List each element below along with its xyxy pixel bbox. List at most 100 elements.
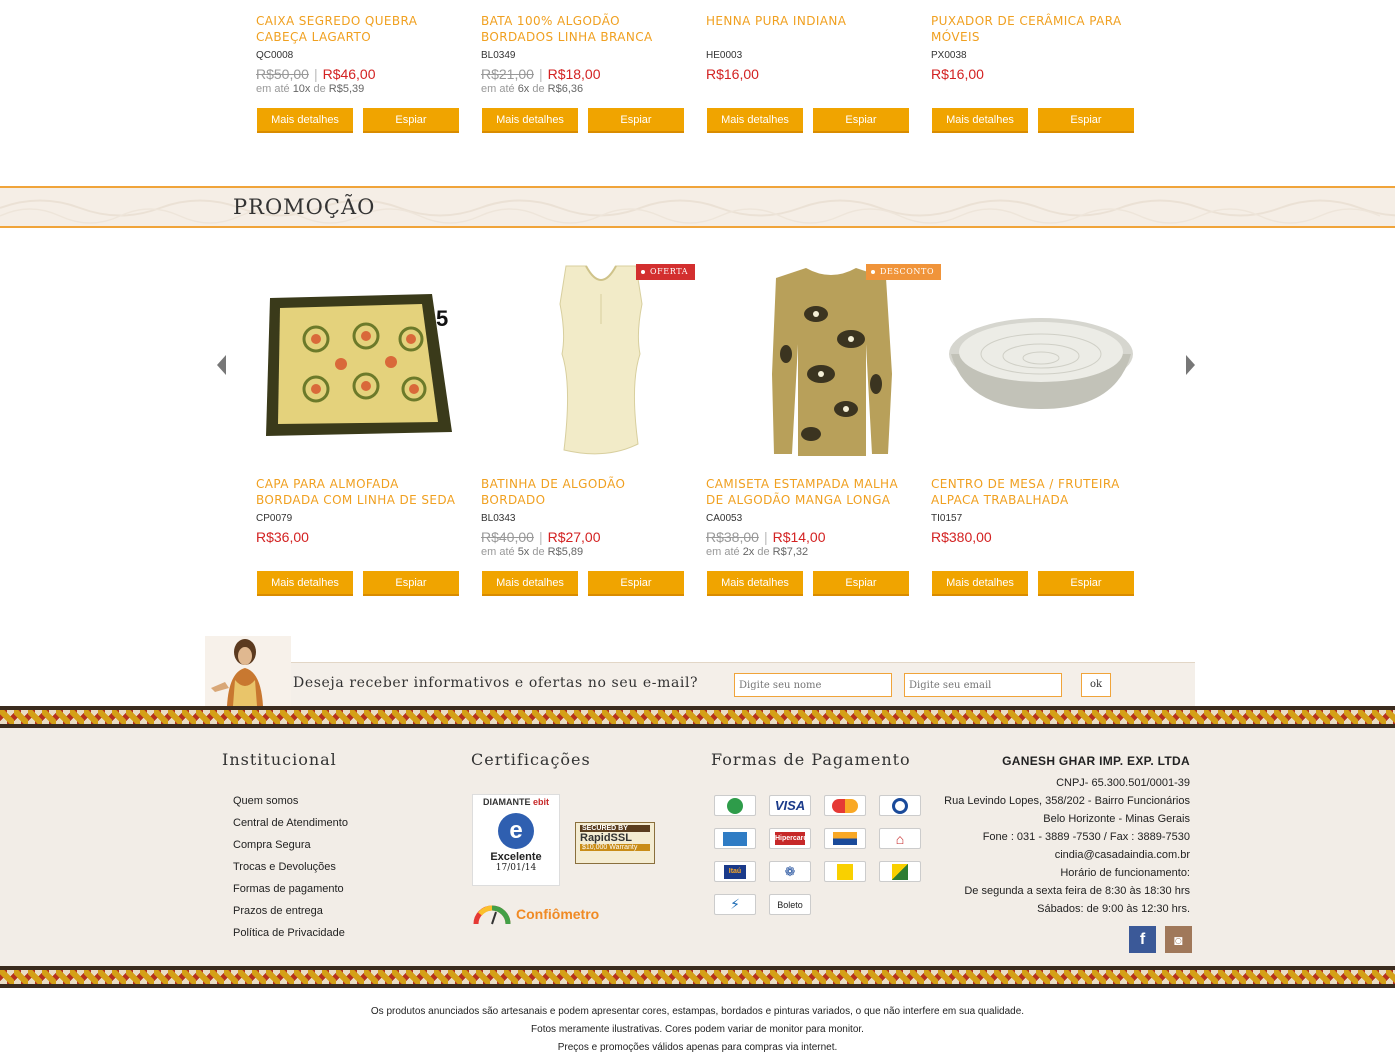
promo-carousel-images: 5 OFERTA DESCONTO bbox=[256, 264, 1156, 460]
old-price: R$38,00 bbox=[706, 528, 759, 545]
company-cnpj: CNPJ- 65.300.501/0001-39 bbox=[1056, 777, 1190, 789]
company-email[interactable]: cindia@casadaindia.com.br bbox=[944, 846, 1190, 864]
section-title-promocao: PROMOÇÃO bbox=[233, 195, 376, 219]
product-price: R$380,00 bbox=[931, 527, 1156, 546]
newsletter-ok-button[interactable]: ok bbox=[1081, 673, 1111, 697]
company-city: Belo Horizonte - Minas Gerais bbox=[1043, 813, 1190, 825]
disclaimer-line: Preços e promoções válidos apenas para c… bbox=[557, 1042, 838, 1053]
product-name[interactable]: PUXADOR DE CERÂMICA PARA MÓVEIS bbox=[931, 13, 1141, 47]
details-button[interactable]: Mais detalhes bbox=[932, 108, 1028, 133]
carousel-counter: 5 bbox=[436, 306, 449, 331]
old-price: R$21,00 bbox=[481, 65, 534, 82]
disclaimer: Os produtos anunciados são artesanais e … bbox=[0, 1003, 1395, 1057]
current-price: R$380,00 bbox=[931, 528, 992, 545]
details-button[interactable]: Mais detalhes bbox=[482, 108, 578, 133]
product-name[interactable]: CAPA PARA ALMOFADA BORDADA COM LINHA DE … bbox=[256, 476, 466, 510]
payment-visa-icon: VISA bbox=[769, 795, 811, 816]
decorative-border-top bbox=[0, 706, 1395, 728]
peek-button[interactable]: Espiar bbox=[813, 571, 909, 596]
details-button[interactable]: Mais detalhes bbox=[257, 571, 353, 596]
carousel-prev-arrow[interactable] bbox=[217, 355, 226, 375]
details-button[interactable]: Mais detalhes bbox=[257, 108, 353, 133]
rapidssl-badge[interactable]: SECURED BY RapidSSL $10,000 Warranty bbox=[575, 822, 655, 864]
newsletter-question: Deseja receber informativos e ofertas no… bbox=[293, 675, 699, 691]
details-button[interactable]: Mais detalhes bbox=[482, 571, 578, 596]
footer-link-compra-segura[interactable]: Compra Segura bbox=[233, 834, 348, 856]
product-card: CENTRO DE MESA / FRUTEIRA ALPACA TRABALH… bbox=[931, 476, 1156, 616]
peek-button[interactable]: Espiar bbox=[588, 571, 684, 596]
product-card: BATA 100% ALGODÃO BORDADOS LINHA BRANCA … bbox=[481, 13, 706, 153]
product-name[interactable]: HENNA PURA INDIANA bbox=[706, 13, 916, 47]
installments: em até 6x de R$6,36 bbox=[481, 83, 584, 95]
footer-link-prazos[interactable]: Prazos de entrega bbox=[233, 900, 348, 922]
payment-bradesco-icon: ❁ bbox=[769, 861, 811, 882]
peek-button[interactable]: Espiar bbox=[363, 108, 459, 133]
peek-button[interactable]: Espiar bbox=[1038, 571, 1134, 596]
company-info: GANESH GHAR IMP. EXP. LTDA CNPJ- 65.300.… bbox=[944, 752, 1190, 918]
promo-band: PROMOÇÃO bbox=[0, 186, 1395, 228]
carousel-next-arrow[interactable] bbox=[1186, 355, 1195, 375]
payment-bb-icon bbox=[824, 861, 866, 882]
blouse-image bbox=[559, 265, 643, 455]
current-price: R$27,00 bbox=[547, 528, 601, 545]
product-name[interactable]: CAIXA SEGREDO QUEBRA CABEÇA LAGARTO bbox=[256, 13, 466, 47]
product-name[interactable]: CENTRO DE MESA / FRUTEIRA ALPACA TRABALH… bbox=[931, 476, 1141, 510]
product-card: PUXADOR DE CERÂMICA PARA MÓVEIS PX0038 R… bbox=[931, 13, 1156, 153]
product-card: CAIXA SEGREDO QUEBRA CABEÇA LAGARTO QC00… bbox=[256, 13, 481, 153]
product-sku: QC0008 bbox=[256, 50, 294, 61]
facebook-icon[interactable]: f bbox=[1129, 926, 1156, 953]
cushion-image bbox=[266, 294, 452, 436]
footer-link-quem-somos[interactable]: Quem somos bbox=[233, 790, 348, 812]
peek-button[interactable]: Espiar bbox=[1038, 108, 1134, 133]
product-name[interactable]: BATINHA DE ALGODÃO BORDADO bbox=[481, 476, 691, 510]
tag-oferta: OFERTA bbox=[636, 264, 696, 280]
product-sku: BL0343 bbox=[481, 513, 516, 524]
product-image-bowl[interactable] bbox=[946, 264, 1176, 460]
footer-link-pagamento[interactable]: Formas de pagamento bbox=[233, 878, 348, 900]
current-price: R$16,00 bbox=[706, 65, 759, 82]
product-name[interactable]: CAMISETA ESTAMPADA MALHA DE ALGODÃO MANG… bbox=[706, 476, 916, 510]
product-name[interactable]: BATA 100% ALGODÃO BORDADOS LINHA BRANCA bbox=[481, 13, 691, 47]
payment-aura-icon bbox=[824, 828, 866, 849]
product-sku: CP0079 bbox=[256, 513, 293, 524]
newsletter-email-input[interactable] bbox=[904, 673, 1062, 697]
newsletter-name-input[interactable] bbox=[734, 673, 892, 697]
ebit-logo-icon: e bbox=[498, 813, 534, 849]
price-separator: | bbox=[763, 528, 768, 545]
payment-boleto-icon: Boleto bbox=[769, 894, 811, 915]
current-price: R$36,00 bbox=[256, 528, 309, 545]
footer-link-trocas[interactable]: Trocas e Devoluções bbox=[233, 856, 348, 878]
footer-certificacoes-title: Certificações bbox=[471, 750, 591, 769]
product-image-cushion[interactable]: 5 bbox=[256, 264, 486, 460]
footer-institucional-title: Institucional bbox=[222, 750, 337, 769]
footer-link-privacidade[interactable]: Política de Privacidade bbox=[233, 922, 348, 944]
tag-desconto: DESCONTO bbox=[866, 264, 942, 280]
peek-button[interactable]: Espiar bbox=[813, 108, 909, 133]
current-price: R$14,00 bbox=[772, 528, 826, 545]
details-button[interactable]: Mais detalhes bbox=[932, 571, 1028, 596]
company-name: GANESH GHAR IMP. EXP. LTDA bbox=[1002, 754, 1190, 768]
product-image-blouse[interactable]: OFERTA bbox=[486, 264, 716, 460]
old-price: R$40,00 bbox=[481, 528, 534, 545]
peek-button[interactable]: Espiar bbox=[363, 571, 459, 596]
peek-button[interactable]: Espiar bbox=[588, 108, 684, 133]
product-image-paisley-shirt[interactable]: DESCONTO bbox=[716, 264, 946, 460]
details-button[interactable]: Mais detalhes bbox=[707, 571, 803, 596]
newsletter-section: Deseja receber informativos e ofertas no… bbox=[205, 636, 1195, 706]
instagram-icon[interactable]: ◙ bbox=[1165, 926, 1192, 953]
product-sku: HE0003 bbox=[706, 50, 743, 61]
product-price: R$16,00 bbox=[706, 64, 931, 83]
current-price: R$46,00 bbox=[322, 65, 376, 82]
product-price: R$36,00 bbox=[256, 527, 481, 546]
company-hours-week: De segunda a sexta feira de 8:30 às 18:3… bbox=[964, 885, 1190, 897]
details-button[interactable]: Mais detalhes bbox=[707, 108, 803, 133]
confiometro-badge[interactable]: Confiômetro bbox=[472, 902, 599, 926]
ebit-badge[interactable]: DIAMANTE ebit e Excelente 17/01/14 bbox=[472, 794, 560, 886]
product-price: R$16,00 bbox=[931, 64, 1156, 83]
payment-elo-icon bbox=[714, 795, 756, 816]
footer-link-atendimento[interactable]: Central de Atendimento bbox=[233, 812, 348, 834]
payment-amex-icon bbox=[714, 828, 756, 849]
gauge-icon bbox=[473, 905, 511, 925]
band-texture bbox=[0, 199, 1395, 224]
payment-diners-icon bbox=[879, 795, 921, 816]
